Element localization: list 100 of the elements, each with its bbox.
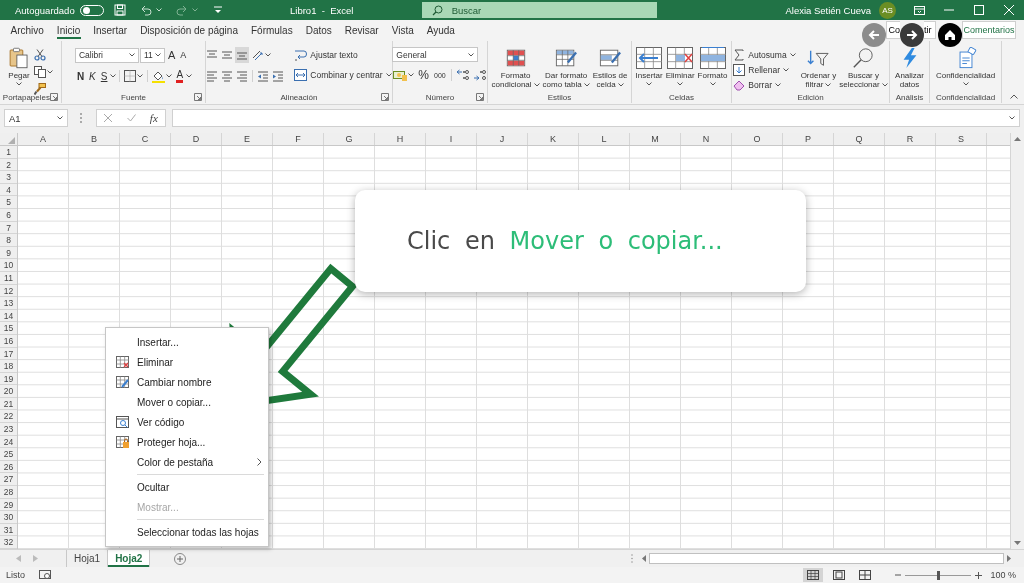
ribbon-button[interactable]: Autosuma bbox=[732, 47, 797, 62]
save-icon[interactable] bbox=[113, 4, 126, 16]
column-header[interactable]: S bbox=[936, 133, 987, 145]
scroll-up-icon[interactable] bbox=[1014, 137, 1021, 141]
ribbon-tab[interactable]: Datos bbox=[299, 20, 339, 40]
row-header[interactable]: 3 bbox=[0, 171, 17, 184]
row-header[interactable]: 20 bbox=[0, 385, 17, 398]
view-button[interactable] bbox=[803, 568, 824, 582]
ribbon-button[interactable]: Pegar bbox=[6, 47, 32, 86]
grow-font-button[interactable]: A bbox=[165, 47, 178, 63]
row-header[interactable]: 24 bbox=[0, 435, 17, 449]
underline-button[interactable]: S bbox=[98, 68, 110, 84]
ribbon-button[interactable]: Confidencialidad bbox=[934, 47, 997, 86]
column-header[interactable]: L bbox=[579, 133, 630, 145]
ribbon-tab[interactable]: Disposición de página bbox=[133, 20, 245, 40]
dialog-launcher-icon[interactable] bbox=[476, 93, 484, 101]
collapse-ribbon-icon[interactable] bbox=[1010, 94, 1018, 99]
zoom-in-icon[interactable] bbox=[975, 571, 983, 579]
ribbon-button[interactable] bbox=[123, 68, 145, 84]
ribbon-button[interactable]: Ordenar y filtrar bbox=[799, 47, 838, 89]
row-header[interactable]: 29 bbox=[0, 498, 17, 512]
row-header[interactable]: 30 bbox=[0, 511, 17, 524]
column-header[interactable]: G bbox=[324, 133, 375, 145]
name-box[interactable]: A1 bbox=[4, 109, 68, 127]
ribbon-tab[interactable]: Insertar bbox=[86, 20, 134, 40]
ribbon-button[interactable]: Estilos de celda bbox=[591, 47, 629, 89]
formula-field[interactable] bbox=[172, 109, 1020, 127]
dialog-launcher-icon[interactable] bbox=[194, 93, 202, 101]
ribbon-button[interactable]: Rellenar bbox=[732, 62, 797, 77]
ribbon-button[interactable] bbox=[454, 67, 471, 83]
menu-item[interactable]: Color de pestaña bbox=[106, 452, 268, 472]
column-header[interactable]: M bbox=[630, 133, 681, 145]
comments-button[interactable]: Comentarios bbox=[962, 21, 1016, 39]
macro-record-icon[interactable] bbox=[39, 570, 51, 580]
menu-item[interactable]: Seleccionar todas las hojas bbox=[106, 522, 268, 542]
check-icon[interactable] bbox=[126, 114, 136, 122]
row-header[interactable]: 12 bbox=[0, 284, 17, 298]
zoom-out-icon[interactable] bbox=[895, 572, 902, 578]
row-header[interactable]: 21 bbox=[0, 397, 17, 411]
ribbon-button[interactable] bbox=[33, 47, 47, 63]
font-color-button[interactable]: A bbox=[174, 68, 186, 84]
ribbon-button[interactable]: Borrar bbox=[732, 77, 797, 92]
column-header[interactable]: D bbox=[171, 133, 222, 145]
vertical-scrollbar[interactable] bbox=[1010, 133, 1024, 549]
column-header[interactable]: E bbox=[222, 133, 273, 145]
ribbon-button[interactable]: Buscar y seleccionar bbox=[838, 47, 889, 89]
user-avatar[interactable]: AS bbox=[879, 1, 896, 19]
customize-icon[interactable] bbox=[213, 6, 222, 14]
ribbon-button[interactable]: Combinar y centrar bbox=[293, 67, 393, 82]
row-header[interactable]: 16 bbox=[0, 334, 17, 348]
column-header[interactable]: O bbox=[732, 133, 783, 145]
row-header[interactable]: 14 bbox=[0, 309, 17, 323]
row-header[interactable]: 27 bbox=[0, 473, 17, 487]
row-header[interactable]: 22 bbox=[0, 410, 17, 424]
insert-function-button[interactable]: fx bbox=[149, 112, 158, 124]
cancel-icon[interactable] bbox=[104, 114, 113, 122]
maximize-icon[interactable] bbox=[974, 5, 984, 15]
font-name-field[interactable]: Calibri bbox=[74, 47, 139, 63]
ribbon-tab[interactable]: Fórmulas bbox=[244, 20, 300, 40]
menu-item[interactable]: Ver código bbox=[106, 412, 268, 432]
scroll-down-icon[interactable] bbox=[1014, 541, 1021, 545]
row-header[interactable]: 6 bbox=[0, 208, 17, 222]
ribbon-tab[interactable]: Ayuda bbox=[420, 20, 462, 40]
row-header[interactable]: 4 bbox=[0, 183, 17, 197]
row-header[interactable]: 10 bbox=[0, 259, 17, 272]
column-header[interactable]: H bbox=[375, 133, 426, 145]
close-icon[interactable] bbox=[1004, 5, 1014, 15]
row-header[interactable]: 23 bbox=[0, 423, 17, 436]
menu-item[interactable]: Proteger hoja... bbox=[106, 432, 268, 452]
row-header[interactable]: 19 bbox=[0, 372, 17, 386]
column-header[interactable]: I bbox=[426, 133, 477, 145]
row-header[interactable]: 8 bbox=[0, 234, 17, 247]
row-header[interactable]: 2 bbox=[0, 158, 17, 172]
ribbon-display-icon[interactable] bbox=[913, 5, 925, 15]
menu-item[interactable]: Ocultar bbox=[106, 477, 268, 497]
ribbon-tab[interactable]: Archivo bbox=[4, 20, 51, 40]
ribbon-button[interactable] bbox=[471, 67, 488, 83]
horizontal-scrollbar[interactable] bbox=[639, 550, 1014, 567]
row-header[interactable]: 26 bbox=[0, 460, 17, 474]
ribbon-button[interactable] bbox=[33, 64, 54, 80]
row-header[interactable]: 17 bbox=[0, 347, 17, 361]
percent-button[interactable]: % bbox=[416, 67, 431, 83]
ribbon-button[interactable] bbox=[33, 81, 47, 97]
column-header[interactable]: N bbox=[681, 133, 732, 145]
ribbon-button[interactable]: Ajustar texto bbox=[293, 47, 393, 62]
zoom-level[interactable]: 100 % bbox=[990, 570, 1016, 580]
search-field[interactable]: Buscar bbox=[421, 2, 657, 18]
menu-item[interactable]: Insertar... bbox=[106, 332, 268, 352]
column-header[interactable]: R bbox=[885, 133, 936, 145]
ribbon-button[interactable]: Formato condicional bbox=[490, 47, 541, 89]
share-button[interactable]: Co bbox=[886, 21, 900, 39]
shrink-font-button[interactable]: A bbox=[178, 47, 189, 63]
scroll-left-icon[interactable] bbox=[642, 555, 646, 562]
menu-item[interactable]: Eliminar bbox=[106, 352, 268, 372]
menu-item[interactable]: Cambiar nombre bbox=[106, 372, 268, 392]
ribbon-button[interactable]: Eliminar bbox=[664, 47, 696, 86]
scroll-right-icon[interactable] bbox=[1007, 555, 1011, 562]
row-header[interactable]: 28 bbox=[0, 486, 17, 499]
dialog-launcher-icon[interactable] bbox=[381, 93, 389, 101]
number-format-field[interactable]: General bbox=[392, 47, 479, 62]
